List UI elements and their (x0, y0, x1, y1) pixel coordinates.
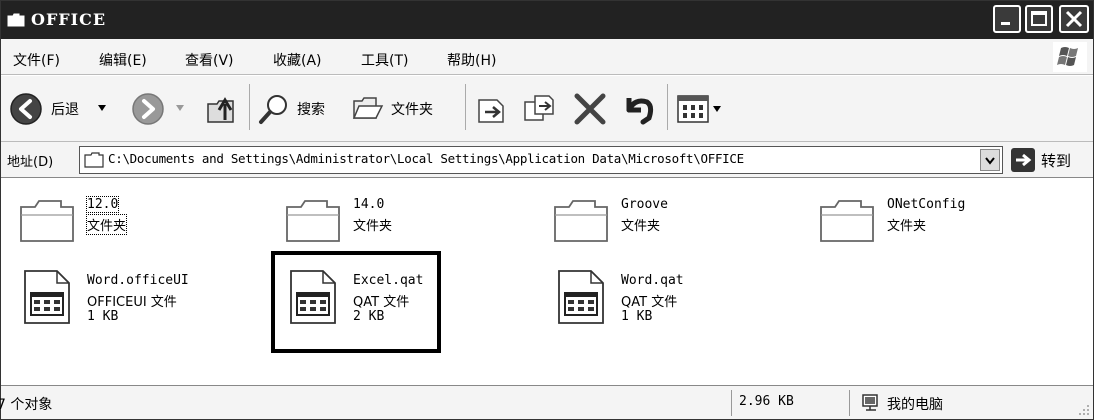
back-label: 后退 (51, 102, 79, 118)
menu-edit[interactable]: 编辑(E) (99, 50, 147, 70)
file-type: 文件夹 (887, 219, 927, 234)
menu-tools[interactable]: 工具(T) (361, 50, 408, 70)
close-button[interactable] (1059, 5, 1089, 33)
my-computer-icon (862, 394, 878, 411)
address-label: 地址(D) (7, 155, 54, 170)
file-list: 12.0 文件夹 14.0 文件夹 Groove 文件夹 ONetConfig … (1, 179, 1093, 385)
address-bar: 地址(D) C:\Documents and Settings\Administ… (1, 142, 1093, 178)
menu-file[interactable]: 文件(F) (13, 50, 60, 70)
delete-button[interactable] (571, 90, 611, 128)
folder-icon (20, 200, 74, 242)
toolbar: 后退 搜索 文件夹 (1, 76, 1093, 142)
file-type: 文件夹 (85, 214, 128, 235)
minimize-button[interactable] (993, 5, 1021, 33)
file-size: 1 KB (621, 309, 653, 324)
list-item-folder[interactable]: 12.0 文件夹 (17, 191, 257, 271)
move-to-icon (478, 99, 504, 123)
close-icon (1065, 10, 1083, 28)
go-label[interactable]: 转到 (1041, 150, 1071, 171)
file-type: QAT 文件 (621, 295, 678, 310)
maximize-icon (1031, 11, 1047, 26)
go-button[interactable] (1011, 148, 1035, 172)
file-name: 12.0 (85, 196, 120, 213)
folders-label: 文件夹 (391, 102, 433, 118)
address-dropdown-button[interactable] (980, 149, 1000, 171)
settings-file-icon (24, 270, 70, 324)
toolbar-separator (465, 84, 466, 130)
list-item-file[interactable]: Word.officeUI OFFICEUI 文件 1 KB (17, 267, 257, 347)
maximize-button[interactable] (1025, 5, 1053, 33)
arrow-right-icon (1016, 153, 1032, 167)
back-arrow-icon (10, 93, 42, 125)
folders-icon (352, 97, 384, 119)
explorer-window: OFFICE 文件(F) 编辑(E) 查看(V) 收藏(A) 工具(T) 帮助(… (0, 0, 1094, 420)
file-name: Excel.qat (353, 273, 424, 288)
folder-icon (286, 200, 340, 242)
chevron-down-icon (985, 157, 995, 165)
folder-icon (554, 200, 608, 242)
toolbar-separator (249, 84, 250, 130)
address-path: C:\Documents and Settings\Administrator\… (108, 151, 744, 166)
list-item-folder[interactable]: Groove 文件夹 (551, 191, 791, 271)
status-segment (849, 390, 1093, 416)
forward-button[interactable] (131, 90, 193, 128)
folder-icon (7, 13, 25, 27)
up-folder-icon (207, 97, 234, 123)
list-item-file[interactable]: Word.qat QAT 文件 1 KB (551, 267, 791, 347)
list-item-file[interactable]: Excel.qat QAT 文件 2 KB (283, 267, 523, 347)
delete-icon (574, 93, 606, 125)
file-name: Word.officeUI (87, 273, 189, 288)
file-size: 2 KB (353, 309, 385, 324)
search-label: 搜索 (297, 102, 325, 118)
total-size: 2.96 KB (739, 394, 794, 409)
status-bar: 7 个对象 2.96 KB 我的电脑 (0, 385, 1093, 419)
settings-file-icon (290, 270, 336, 324)
views-icon (677, 95, 709, 123)
file-type: OFFICEUI 文件 (87, 295, 177, 310)
address-input[interactable]: C:\Documents and Settings\Administrator\… (79, 146, 1003, 174)
window-title: OFFICE (31, 10, 107, 29)
menu-bar: 文件(F) 编辑(E) 查看(V) 收藏(A) 工具(T) 帮助(H) (1, 39, 1093, 75)
object-count: 7 个对象 (0, 397, 53, 413)
menu-view[interactable]: 查看(V) (185, 50, 234, 70)
search-icon (259, 95, 287, 124)
menu-favorites[interactable]: 收藏(A) (273, 50, 322, 70)
resize-grip-icon[interactable] (1075, 401, 1091, 417)
list-item-folder[interactable]: 14.0 文件夹 (283, 191, 523, 271)
search-button[interactable]: 搜索 (257, 90, 345, 128)
file-size: 1 KB (87, 309, 119, 324)
forward-dropdown-icon[interactable] (175, 104, 185, 112)
title-bar[interactable]: OFFICE (1, 1, 1093, 39)
toolbar-separator (667, 84, 668, 130)
folder-icon (820, 200, 874, 242)
location-label: 我的电脑 (887, 397, 943, 413)
back-button[interactable]: 后退 (9, 90, 129, 128)
menu-help[interactable]: 帮助(H) (447, 50, 496, 70)
windows-logo-icon (1053, 42, 1087, 72)
back-dropdown-icon[interactable] (97, 104, 107, 112)
list-item-folder[interactable]: ONetConfig 文件夹 (817, 191, 1057, 271)
file-type: 文件夹 (353, 219, 393, 234)
undo-icon (626, 98, 654, 125)
file-name: 14.0 (353, 197, 385, 212)
undo-button[interactable] (619, 90, 659, 128)
file-type: 文件夹 (621, 219, 661, 234)
move-to-button[interactable] (473, 90, 513, 128)
views-button[interactable] (677, 90, 731, 128)
forward-arrow-icon (132, 93, 164, 125)
folders-button[interactable]: 文件夹 (351, 90, 461, 128)
up-button[interactable] (203, 90, 243, 128)
folder-icon (84, 152, 104, 168)
copy-to-icon (524, 95, 554, 121)
minimize-icon (1001, 22, 1010, 25)
file-name: Word.qat (621, 273, 684, 288)
views-dropdown-icon[interactable] (713, 106, 721, 112)
file-type: QAT 文件 (353, 295, 410, 310)
file-name: ONetConfig (887, 197, 966, 212)
settings-file-icon (558, 270, 604, 324)
file-name: Groove (621, 197, 668, 212)
copy-to-button[interactable] (521, 90, 561, 128)
